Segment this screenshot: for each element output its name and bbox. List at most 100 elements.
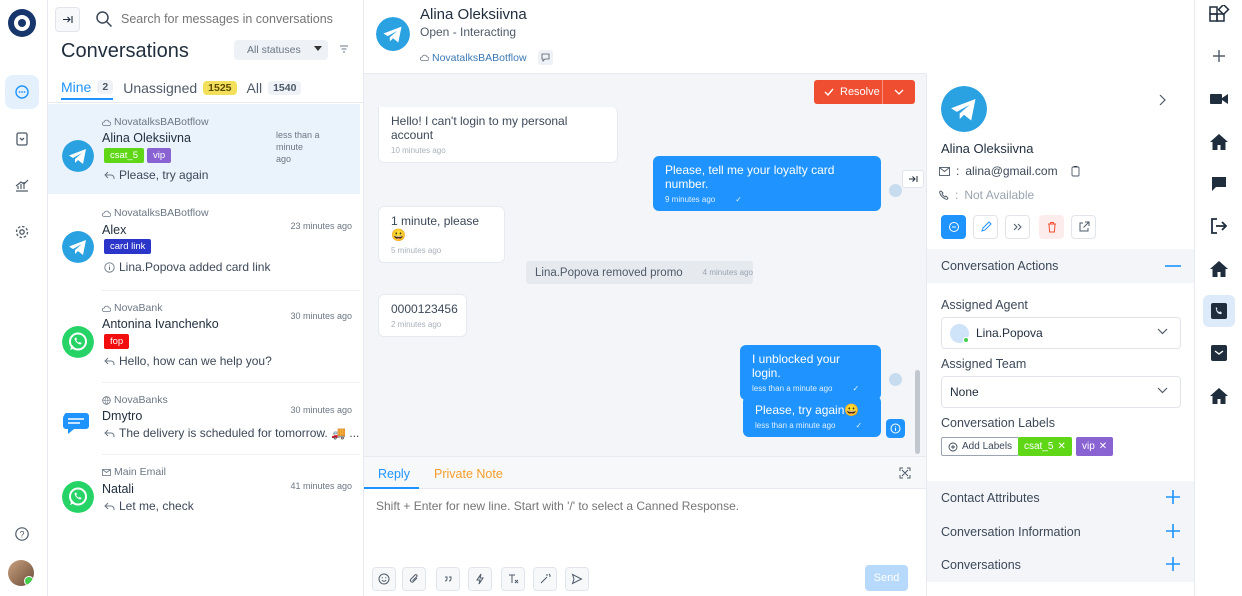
quote-button[interactable] [436, 567, 460, 591]
text-format-icon [509, 574, 519, 584]
delete-contact-button[interactable] [1039, 215, 1064, 239]
close-icon[interactable]: ✕ [1057, 441, 1065, 452]
help-nav-button[interactable]: ? [5, 517, 39, 551]
home-button-2[interactable] [1203, 253, 1235, 285]
tab-mine[interactable]: Mine 2 [61, 76, 114, 100]
new-message-button[interactable] [941, 215, 966, 239]
tab-unassigned[interactable]: Unassigned 1525 [123, 76, 237, 100]
reply-input[interactable] [376, 499, 906, 513]
home-button[interactable] [1203, 126, 1235, 158]
copy-icon[interactable] [1070, 165, 1081, 177]
tab-count: 1540 [268, 81, 302, 95]
message-text: Let me, check [119, 499, 194, 513]
send-template-button[interactable] [565, 567, 589, 591]
conversations-header[interactable]: Conversations [927, 548, 1195, 582]
phone-value: Not Available [964, 188, 1035, 202]
contacts-nav-button[interactable] [5, 122, 39, 156]
ai-assist-button[interactable] [533, 567, 557, 591]
gear-icon [15, 225, 29, 239]
expand-icon[interactable] [899, 467, 911, 479]
plus-icon [1166, 557, 1180, 571]
reports-nav-button[interactable] [5, 168, 39, 202]
conversation-actions-header[interactable]: Conversation Actions [927, 249, 1195, 283]
sign-out-icon [1211, 218, 1228, 234]
conversation-item[interactable]: NovatalksBABotflow Alex 23 minutes ago c… [48, 196, 360, 291]
user-avatar[interactable] [8, 560, 34, 586]
send-button[interactable]: Send [865, 565, 908, 591]
inbox-app-button[interactable] [1203, 337, 1235, 369]
edit-contact-button[interactable] [973, 215, 998, 239]
logout-button[interactable] [1203, 210, 1235, 242]
chat-inbox-label: NovatalksBABotflow [432, 51, 527, 64]
status-filter-select[interactable]: All statuses [234, 40, 328, 60]
assigned-team-value: None [950, 385, 979, 399]
message-bubble: Please, try again😀 less than a minute ago… [743, 396, 881, 437]
cloud-icon [102, 119, 111, 126]
tab-private-note[interactable]: Private Note [434, 467, 503, 481]
resolve-button-group: Resolve [814, 80, 915, 104]
resolve-dropdown-button[interactable] [882, 80, 915, 104]
phone-app-button[interactable] [1203, 295, 1235, 327]
email-prefix: : [956, 164, 960, 178]
assigned-agent-select[interactable]: Lina.Popova [941, 317, 1181, 349]
chat-scrollbar[interactable] [915, 370, 920, 454]
message-time: less than a minute ago [752, 384, 833, 393]
assigned-team-select[interactable]: None [941, 376, 1181, 408]
settings-nav-button[interactable] [5, 215, 39, 249]
phone-square-icon [1211, 303, 1227, 319]
close-icon[interactable]: ✕ [1099, 441, 1107, 452]
resolve-button[interactable]: Resolve [814, 80, 882, 104]
tab-all[interactable]: All 1540 [247, 76, 302, 100]
read-check-icon: ✓ [852, 384, 860, 393]
app-logo[interactable] [8, 9, 36, 37]
cloud-icon [102, 305, 111, 312]
label-badge: csat_5 [104, 148, 144, 163]
inbox-label: Main Email [114, 466, 166, 478]
trash-icon [1047, 222, 1056, 233]
tab-reply[interactable]: Reply [378, 467, 410, 481]
conversation-item[interactable]: NovaBanks Dmytro 30 minutes ago The deli… [48, 383, 360, 455]
label-chip-text: vip [1082, 441, 1095, 452]
search-input[interactable] [121, 12, 351, 26]
home-button-3[interactable] [1203, 380, 1235, 412]
conversations-nav-button[interactable] [5, 75, 39, 109]
contact-phone: : Not Available [939, 188, 1034, 202]
message-info-button[interactable] [886, 419, 905, 438]
add-app-button[interactable] [1203, 40, 1235, 72]
conversation-item[interactable]: NovaBank Antonina Ivanchenko 30 minutes … [48, 291, 360, 383]
conversation-item[interactable]: Main Email Natali 41 minutes ago Let me,… [48, 455, 360, 525]
format-text-button[interactable] [501, 567, 525, 591]
message-text: Hello! I can't login to my personal acco… [391, 114, 568, 142]
apps-button[interactable] [1203, 0, 1235, 32]
message-time: 9 minutes ago [665, 195, 716, 204]
collapse-icon [63, 15, 73, 23]
video-call-button[interactable] [1203, 83, 1235, 115]
chevron-down-icon [894, 89, 904, 95]
toggle-contact-panel-button[interactable] [902, 170, 924, 188]
agent-avatar [950, 323, 969, 343]
message-square-icon [1212, 177, 1226, 191]
contacts-book-icon [16, 132, 28, 146]
chat-app-button[interactable] [1203, 168, 1235, 200]
conversation-information-header[interactable]: Conversation Information [927, 515, 1195, 549]
toggle-sidebar-button[interactable] [55, 6, 80, 32]
conversation-item[interactable]: NovatalksBABotflow Alina Oleksiivna less… [48, 104, 360, 194]
merge-contact-button[interactable] [1005, 215, 1030, 239]
contact-attributes-header[interactable]: Contact Attributes [927, 481, 1195, 515]
inbox-info-button[interactable] [537, 50, 553, 65]
chevron-right-icon[interactable] [1158, 94, 1166, 106]
magic-wand-icon [540, 573, 551, 584]
apps-grid-icon [1209, 5, 1230, 22]
pencil-icon [980, 221, 992, 232]
add-labels-button[interactable]: Add Labels [941, 437, 1020, 456]
macro-button[interactable] [468, 567, 492, 591]
email-value[interactable]: alina@gmail.com [965, 164, 1057, 178]
label-badge: fop [104, 334, 130, 349]
message-bubble: 1 minute, please 😀 5 minutes ago [378, 206, 505, 263]
attach-button[interactable] [402, 567, 426, 591]
chat-header: Alina Oleksiivna Open - Interacting Nova… [364, 0, 926, 74]
chart-icon [15, 179, 29, 192]
open-contact-button[interactable] [1071, 215, 1096, 239]
emoji-button[interactable] [372, 567, 396, 591]
filter-button[interactable] [339, 44, 349, 54]
